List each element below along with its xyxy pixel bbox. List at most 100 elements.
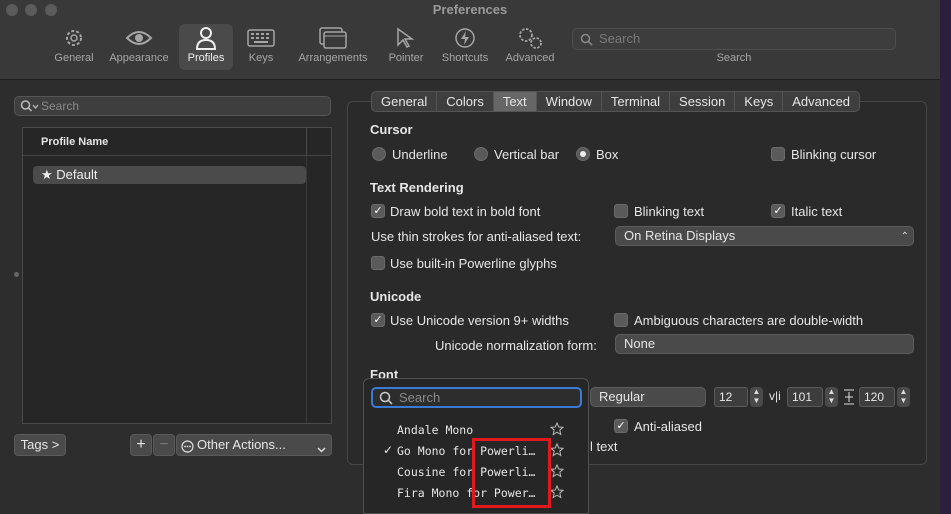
add-profile-button[interactable]: + [130,434,152,456]
toolbar-label: General [54,52,94,64]
font-size-stepper[interactable]: ▲ ▼ [750,387,763,407]
highlight-annotation-box [472,438,551,508]
tab-keys[interactable]: Keys [735,92,784,111]
profile-search-input[interactable]: Search [14,96,331,116]
cursor-underline-radio[interactable] [372,147,386,161]
horizontal-spacing-field[interactable]: 101 [787,387,823,407]
bolt-icon [454,24,476,52]
other-actions-menu[interactable]: Other Actions... [176,434,332,456]
profile-search-placeholder: Search [41,99,80,113]
unicode-widths-label: Use Unicode version 9+ widths [390,313,569,328]
windows-icon [319,24,347,52]
cursor-box-radio[interactable] [576,147,590,161]
toolbar-advanced[interactable]: Advanced [502,24,558,70]
anti-aliased-label: Anti-aliased [634,419,702,434]
profile-name-column-header[interactable]: Profile Name [23,128,331,156]
normalization-popup[interactable]: None [615,334,914,354]
toolbar-label: Shortcuts [441,52,489,64]
vertical-spacing-field[interactable]: 120 [859,387,895,407]
chevron-down-icon [317,440,326,460]
toolbar-label: Arrangements [298,52,368,64]
font-item-andale-mono[interactable]: Andale Mono [397,423,473,437]
tab-session[interactable]: Session [670,92,736,111]
toolbar-label: Keys [248,52,274,64]
toolbar-label: Pointer [388,52,424,64]
gear-icon [63,24,85,52]
cursor-vertical-bar-radio[interactable] [474,147,488,161]
italic-text-checkbox[interactable]: ✓ [771,204,785,218]
star-outline-icon[interactable] [549,484,565,499]
thin-strokes-value: On Retina Displays [624,228,736,243]
eye-icon [125,24,153,52]
ambiguous-double-width-label: Ambiguous characters are double-width [634,313,864,328]
list-divider [306,156,307,423]
powerline-glyphs-label: Use built-in Powerline glyphs [390,256,557,271]
font-weight-popup[interactable]: Regular [590,387,706,407]
blinking-text-checkbox[interactable] [614,204,628,218]
blinking-cursor-checkbox[interactable] [771,147,785,161]
profile-tabs: General Colors Text Window Terminal Sess… [371,91,861,112]
unicode-widths-checkbox[interactable]: ✓ [371,313,385,327]
text-rendering-section-title: Text Rendering [370,180,464,195]
toolbar-keys[interactable]: Keys [240,24,282,70]
toolbar-label: Profiles [187,52,225,64]
window-title: Preferences [432,2,508,17]
italic-text-label: Italic text [791,204,843,219]
toolbar: Preferences General Appearance Profiles … [0,0,940,80]
profile-list: Profile Name ★ Default [22,127,332,424]
toolbar-appearance[interactable]: Appearance [104,24,174,70]
horizontal-spacing-stepper[interactable]: ▲ ▼ [825,387,838,407]
keyboard-icon [247,24,275,52]
powerline-glyphs-checkbox[interactable] [371,256,385,270]
tab-general[interactable]: General [372,92,438,111]
thin-strokes-popup[interactable]: On Retina Displays ⌃ [615,226,914,246]
thin-strokes-label: Use thin strokes for anti-aliased text: [371,229,582,244]
preferences-window: Preferences General Appearance Profiles … [0,0,940,514]
tab-window[interactable]: Window [537,92,602,111]
toolbar-arrangements[interactable]: Arrangements [293,24,373,70]
cursor-box-label: Box [596,147,619,162]
tab-colors[interactable]: Colors [437,92,494,111]
font-search-input[interactable]: Search [371,387,582,408]
star-outline-icon[interactable] [549,421,565,436]
blinking-text-label: Blinking text [634,204,705,219]
search-icon [20,99,40,118]
profile-row-default[interactable]: ★ Default [33,166,306,184]
toolbar-general[interactable]: General [50,24,98,70]
star-outline-icon[interactable] [549,463,565,478]
blinking-cursor-label: Blinking cursor [791,147,877,162]
tab-text[interactable]: Text [493,92,537,111]
unicode-section-title: Unicode [370,289,422,304]
toolbar-profiles[interactable]: Profiles [179,24,233,70]
vertical-spacing-stepper[interactable]: ▲ ▼ [897,387,910,407]
partial-option-label: l text [590,439,618,454]
split-view-handle[interactable] [14,272,19,277]
bold-font-checkbox[interactable]: ✓ [371,204,385,218]
toolbar-label: Appearance [109,52,169,64]
tags-button[interactable]: Tags > [14,434,66,456]
vertical-spacing-icon [843,389,855,408]
tab-terminal[interactable]: Terminal [602,92,671,111]
remove-profile-button[interactable]: − [153,434,175,456]
toolbar-search-input[interactable]: Search [572,28,896,50]
toolbar-label: Advanced [505,52,555,64]
column-separator [306,128,307,156]
font-size-field[interactable]: 12 [714,387,748,407]
horizontal-spacing-icon: v|i [769,389,781,403]
other-actions-label: Other Actions... [197,437,286,452]
anti-aliased-checkbox[interactable]: ✓ [614,419,628,433]
ellipsis-circle-icon [181,439,194,459]
star-icon: ★ [41,167,53,182]
tab-advanced[interactable]: Advanced [783,92,859,111]
font-weight-value: Regular [599,389,645,404]
person-icon [195,24,217,52]
toolbar-shortcuts[interactable]: Shortcuts [437,24,493,70]
ambiguous-double-width-checkbox[interactable] [614,313,628,327]
normalization-label: Unicode normalization form: [435,338,597,353]
search-icon [379,391,393,409]
toolbar-pointer[interactable]: Pointer [384,24,428,70]
column-header-label: Profile Name [41,136,109,148]
profile-name: Default [56,167,98,182]
bold-font-label: Draw bold text in bold font [390,204,541,219]
star-outline-icon[interactable] [549,442,565,457]
